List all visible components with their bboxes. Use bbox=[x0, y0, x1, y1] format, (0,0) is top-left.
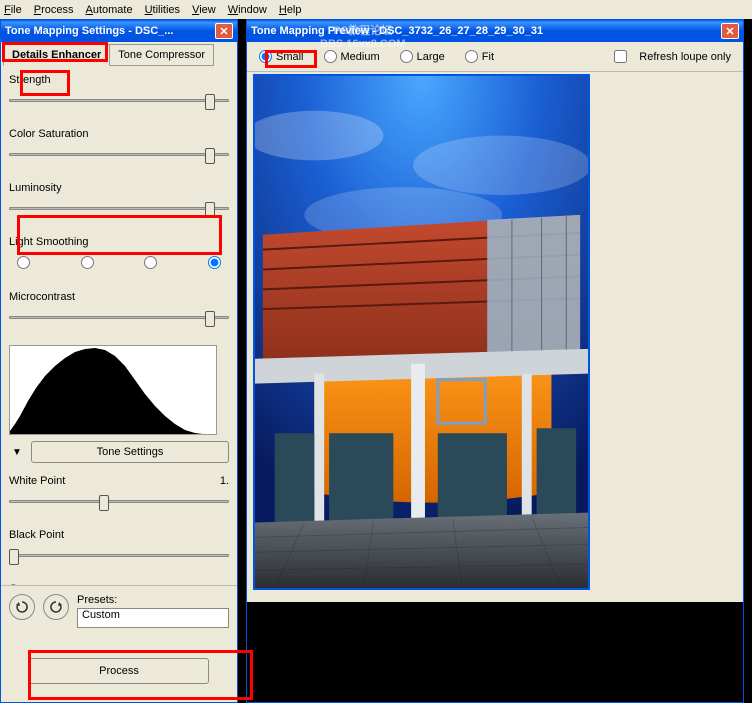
redo-button[interactable] bbox=[43, 594, 69, 620]
tone-settings-button[interactable]: Tone Settings bbox=[31, 441, 229, 463]
tone-settings-row: ▼ Tone Settings bbox=[9, 441, 229, 463]
menu-view[interactable]: View bbox=[192, 4, 216, 16]
luminosity-slider[interactable] bbox=[9, 198, 229, 218]
size-medium-radio[interactable] bbox=[324, 50, 337, 63]
size-large-radio[interactable] bbox=[400, 50, 413, 63]
menu-process[interactable]: Process bbox=[34, 4, 74, 16]
settings-panel: Strength Color Saturation Luminosity Lig… bbox=[1, 66, 237, 645]
strength-label: Strength bbox=[9, 74, 229, 86]
tab-tone-compressor[interactable]: Tone Compressor bbox=[109, 44, 214, 66]
close-icon[interactable]: ✕ bbox=[721, 23, 739, 39]
settings-title: Tone Mapping Settings - DSC_... bbox=[5, 25, 215, 37]
refresh-loupe-label: Refresh loupe only bbox=[639, 51, 731, 63]
presets-label: Presets: bbox=[77, 594, 229, 606]
menu-window[interactable]: Window bbox=[228, 4, 267, 16]
presets-select[interactable]: Custom bbox=[77, 608, 229, 628]
color-saturation-label: Color Saturation bbox=[9, 128, 229, 140]
refresh-loupe-checkbox[interactable] bbox=[614, 50, 627, 63]
menubar: FFileile Process Automate Utilities View… bbox=[0, 0, 752, 19]
process-row: Process bbox=[1, 650, 237, 692]
light-smoothing-radio-2[interactable] bbox=[81, 256, 94, 269]
menu-file[interactable]: FFileile bbox=[4, 4, 22, 16]
tabs: Details Enhancer Tone Compressor bbox=[1, 42, 237, 66]
white-point-slider[interactable] bbox=[9, 491, 229, 511]
strength-slider[interactable] bbox=[9, 90, 229, 110]
preview-image bbox=[253, 74, 590, 590]
presets-row: Presets: Custom bbox=[1, 585, 237, 636]
tone-mapping-settings-window: Tone Mapping Settings - DSC_... ✕ Detail… bbox=[0, 19, 238, 703]
close-icon[interactable]: ✕ bbox=[215, 23, 233, 39]
microcontrast-label: Microcontrast bbox=[9, 291, 229, 303]
settings-titlebar[interactable]: Tone Mapping Settings - DSC_... ✕ bbox=[1, 20, 237, 42]
size-fit-radio[interactable] bbox=[465, 50, 478, 63]
presets-box: Presets: Custom bbox=[77, 594, 229, 628]
light-smoothing-radio-4[interactable] bbox=[208, 256, 221, 269]
black-point-control: Black Point bbox=[9, 529, 229, 565]
color-saturation-control: Color Saturation bbox=[9, 128, 229, 164]
black-point-label: Black Point bbox=[9, 529, 229, 541]
luminosity-label: Luminosity bbox=[9, 182, 229, 194]
microcontrast-control: Microcontrast bbox=[9, 291, 229, 327]
white-point-label: White Point bbox=[9, 475, 65, 487]
undo-button[interactable] bbox=[9, 594, 35, 620]
color-saturation-slider[interactable] bbox=[9, 144, 229, 164]
menu-utilities[interactable]: Utilities bbox=[145, 4, 180, 16]
tone-mapping-preview-window: Tone Mapping Preview - DSC_3732_26_27_28… bbox=[246, 19, 744, 703]
light-smoothing-radio-3[interactable] bbox=[144, 256, 157, 269]
preview-area bbox=[247, 72, 743, 632]
light-smoothing-control: Light Smoothing bbox=[9, 236, 229, 273]
bottom-black-area bbox=[247, 602, 743, 702]
white-point-control: White Point 1. bbox=[9, 475, 229, 511]
size-medium-label[interactable]: Medium bbox=[324, 50, 380, 63]
microcontrast-slider[interactable] bbox=[9, 307, 229, 327]
disclosure-icon[interactable]: ▼ bbox=[9, 447, 25, 458]
histogram bbox=[9, 345, 217, 435]
preview-titlebar[interactable]: Tone Mapping Preview - DSC_3732_26_27_28… bbox=[247, 20, 743, 42]
size-large-label[interactable]: Large bbox=[400, 50, 445, 63]
menu-help[interactable]: Help bbox=[279, 4, 302, 16]
process-button[interactable]: Process bbox=[29, 658, 209, 684]
white-point-value: 1. bbox=[220, 475, 229, 491]
size-fit-label[interactable]: Fit bbox=[465, 50, 494, 63]
preview-toolbar: Small Medium Large Fit Refresh loupe onl… bbox=[247, 42, 743, 72]
strength-control: Strength bbox=[9, 74, 229, 110]
light-smoothing-radios bbox=[9, 252, 229, 273]
refresh-loupe-row: Refresh loupe only bbox=[614, 50, 731, 63]
black-point-slider[interactable] bbox=[9, 545, 229, 565]
size-small-radio[interactable] bbox=[259, 50, 272, 63]
tab-details-enhancer[interactable]: Details Enhancer bbox=[3, 44, 110, 66]
menu-automate[interactable]: Automate bbox=[86, 4, 133, 16]
luminosity-control: Luminosity bbox=[9, 182, 229, 218]
light-smoothing-label: Light Smoothing bbox=[9, 236, 229, 248]
size-small-label[interactable]: Small bbox=[259, 50, 304, 63]
light-smoothing-radio-1[interactable] bbox=[17, 256, 30, 269]
preview-title: Tone Mapping Preview - DSC_3732_26_27_28… bbox=[251, 25, 721, 37]
